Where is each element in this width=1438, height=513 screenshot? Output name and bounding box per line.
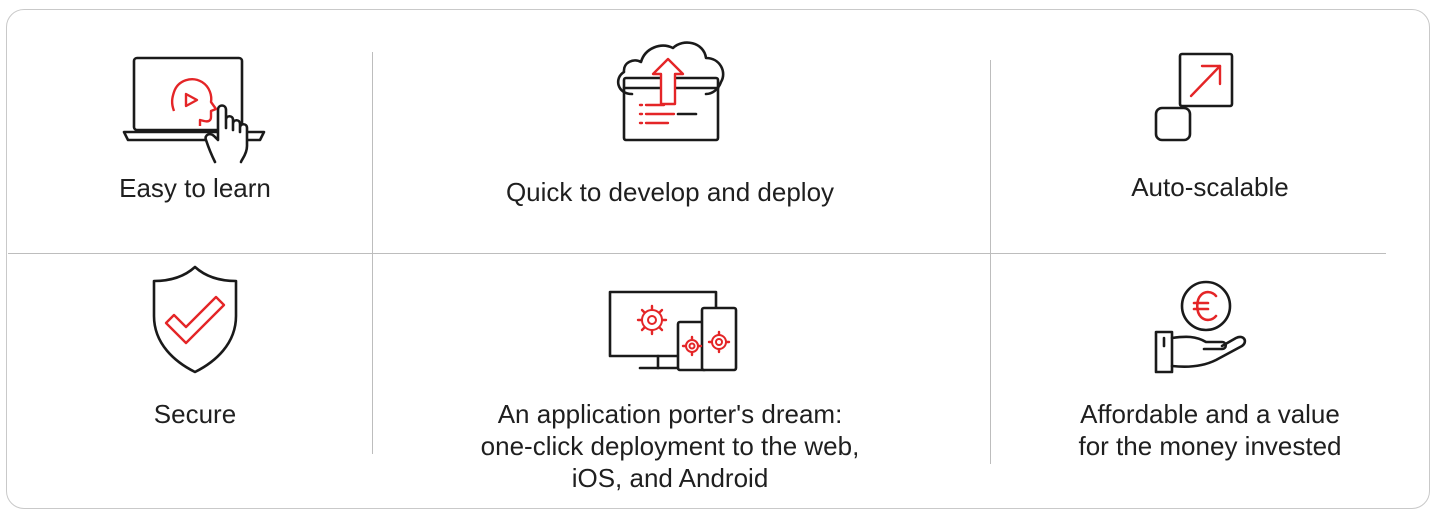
- cloud-deploy-icon: [608, 34, 734, 146]
- feature-label-multi-device: An application porter's dream: one-click…: [480, 399, 860, 493]
- row-divider: [8, 253, 1386, 254]
- feature-label-secure: Secure: [153, 399, 237, 429]
- multi-device-icon: [608, 290, 740, 372]
- video-tutorial-icon: [122, 54, 267, 164]
- feature-label-affordable: Affordable and a value for the money inv…: [1078, 399, 1342, 461]
- feature-label-quick-to-develop: Quick to develop and deploy: [505, 177, 835, 207]
- column-divider: [990, 60, 991, 464]
- feature-label-auto-scalable: Auto-scalable: [1131, 172, 1289, 202]
- feature-label-easy-to-learn: Easy to learn: [119, 173, 271, 203]
- hand-euro-icon: [1150, 280, 1250, 376]
- shield-check-icon: [150, 264, 240, 376]
- auto-scale-icon: [1150, 52, 1240, 144]
